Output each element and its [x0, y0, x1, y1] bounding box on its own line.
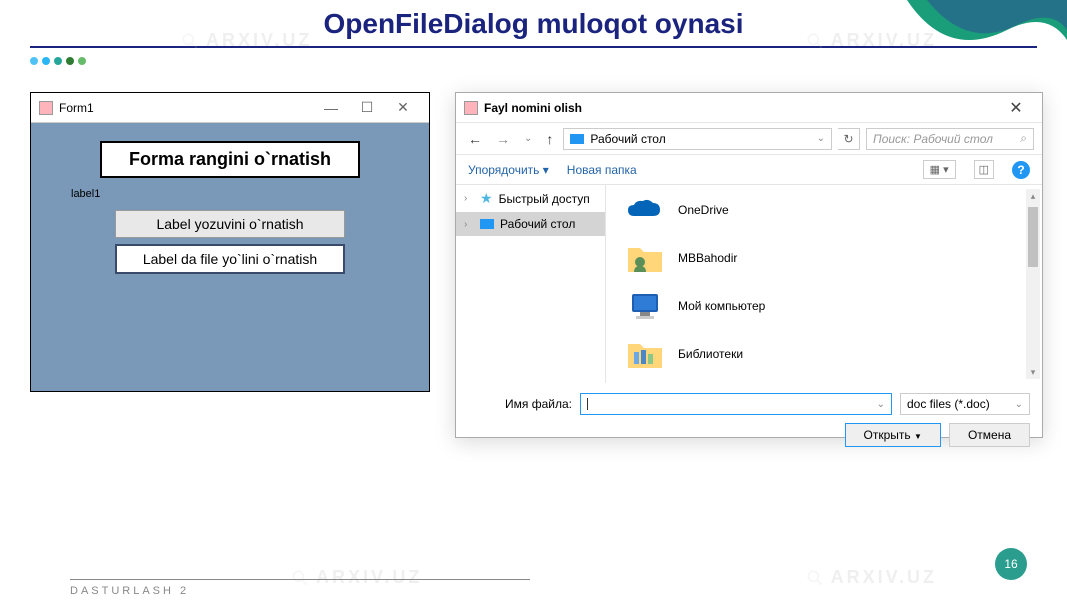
onedrive-icon — [624, 193, 666, 227]
chevron-down-icon[interactable]: ⌄ — [817, 133, 825, 144]
maximize-button[interactable]: ☐ — [349, 99, 385, 116]
set-form-color-button[interactable]: Forma rangini o`rnatish — [100, 141, 360, 178]
computer-icon — [624, 289, 666, 323]
set-label-filepath-button[interactable]: Label da file yo`lini o`rnatish — [115, 244, 345, 274]
file-label: MBBahodir — [678, 251, 737, 265]
file-item-user[interactable]: MBBahodir — [624, 241, 1024, 275]
set-label-text-button[interactable]: Label yozuvini o`rnatish — [115, 210, 345, 238]
search-placeholder: Поиск: Рабочий стол — [873, 132, 993, 146]
chevron-down-icon[interactable]: ⌄ — [877, 399, 885, 410]
organize-menu[interactable]: Упорядочить ▾ — [468, 163, 549, 177]
file-item-libraries[interactable]: Библиотеки — [624, 337, 1024, 371]
refresh-button[interactable]: ↻ — [838, 128, 860, 150]
cancel-button[interactable]: Отмена — [949, 423, 1030, 447]
form1-window: Form1 — ☐ ✕ Forma rangini o`rnatish labe… — [30, 92, 430, 392]
page-number: 16 — [995, 548, 1027, 580]
view-mode-button[interactable]: ▦ ▾ — [923, 160, 956, 179]
view-grid-icon: ▦ — [930, 163, 940, 176]
scrollbar-thumb[interactable] — [1028, 207, 1038, 267]
form1-titlebar[interactable]: Form1 — ☐ ✕ — [31, 93, 429, 123]
dialog-title: Fayl nomini olish — [484, 101, 998, 115]
minimize-button[interactable]: — — [313, 100, 349, 116]
slide-footer: DASTURLASH 2 16 — [70, 579, 1027, 580]
file-list[interactable]: OneDrive MBBahodir Мой компьютер Библиот… — [606, 185, 1042, 383]
dialog-navbar: ← → ⌄ ↑ Рабочий стол ⌄ ↻ Поиск: Рабочий … — [456, 123, 1042, 155]
pane-icon: ◫ — [979, 163, 989, 176]
form-icon — [464, 101, 478, 115]
close-button[interactable]: ✕ — [385, 99, 421, 116]
search-input[interactable]: Поиск: Рабочий стол ⌕ — [866, 128, 1034, 150]
filetype-select[interactable]: doc files (*.doc)⌄ — [900, 393, 1030, 415]
file-item-onedrive[interactable]: OneDrive — [624, 193, 1024, 227]
open-button[interactable]: Открыть ▼ — [845, 423, 941, 447]
watermark: ARXIV.UZ — [290, 567, 422, 588]
sidebar-item-desktop[interactable]: › Рабочий стол — [456, 212, 605, 236]
chevron-right-icon: › — [464, 193, 474, 204]
sidebar-item-label: Быстрый доступ — [499, 192, 590, 206]
form1-title: Form1 — [59, 101, 313, 115]
scrollbar[interactable]: ▴ ▾ — [1026, 189, 1040, 379]
file-label: Мой компьютер — [678, 299, 765, 313]
watermark: ARXIV.UZ — [805, 567, 937, 588]
up-button[interactable]: ↑ — [542, 131, 557, 147]
desktop-icon — [480, 219, 494, 229]
address-bar[interactable]: Рабочий стол ⌄ — [563, 128, 832, 150]
close-button[interactable]: ✕ — [998, 98, 1034, 118]
forward-button[interactable]: → — [492, 131, 514, 147]
file-item-computer[interactable]: Мой компьютер — [624, 289, 1024, 323]
file-label: Библиотеки — [678, 347, 743, 361]
libraries-icon — [624, 337, 666, 371]
form-icon — [39, 101, 53, 115]
desktop-icon — [570, 134, 584, 144]
filename-label: Имя файла: — [468, 397, 572, 411]
help-button[interactable]: ? — [1012, 161, 1030, 179]
dialog-sidebar: › ★ Быстрый доступ › Рабочий стол — [456, 185, 606, 383]
back-button[interactable]: ← — [464, 131, 486, 147]
star-icon: ★ — [480, 190, 493, 207]
filename-input[interactable]: ⌄ — [580, 393, 892, 415]
chevron-down-icon[interactable]: ⌄ — [520, 133, 536, 144]
scroll-up-icon[interactable]: ▴ — [1026, 189, 1040, 203]
dialog-toolbar: Упорядочить ▾ Новая папка ▦ ▾ ◫ ? — [456, 155, 1042, 185]
chevron-right-icon: › — [464, 219, 474, 230]
chevron-down-icon: ⌄ — [1015, 399, 1023, 410]
dialog-titlebar[interactable]: Fayl nomini olish ✕ — [456, 93, 1042, 123]
user-folder-icon — [624, 241, 666, 275]
footer-text: DASTURLASH 2 — [70, 585, 189, 597]
dialog-footer: Имя файла: ⌄ doc files (*.doc)⌄ Открыть … — [456, 383, 1042, 457]
new-folder-button[interactable]: Новая папка — [567, 163, 637, 177]
file-label: OneDrive — [678, 203, 729, 217]
preview-pane-button[interactable]: ◫ — [974, 160, 994, 179]
decorative-curve — [867, 0, 1067, 80]
sidebar-item-label: Рабочий стол — [500, 217, 575, 231]
scroll-down-icon[interactable]: ▾ — [1026, 365, 1040, 379]
path-text: Рабочий стол — [590, 132, 665, 146]
search-icon: ⌕ — [1020, 131, 1027, 146]
sidebar-item-quick-access[interactable]: › ★ Быстрый доступ — [456, 185, 605, 212]
label1: label1 — [31, 188, 429, 200]
open-file-dialog: Fayl nomini olish ✕ ← → ⌄ ↑ Рабочий стол… — [455, 92, 1043, 438]
